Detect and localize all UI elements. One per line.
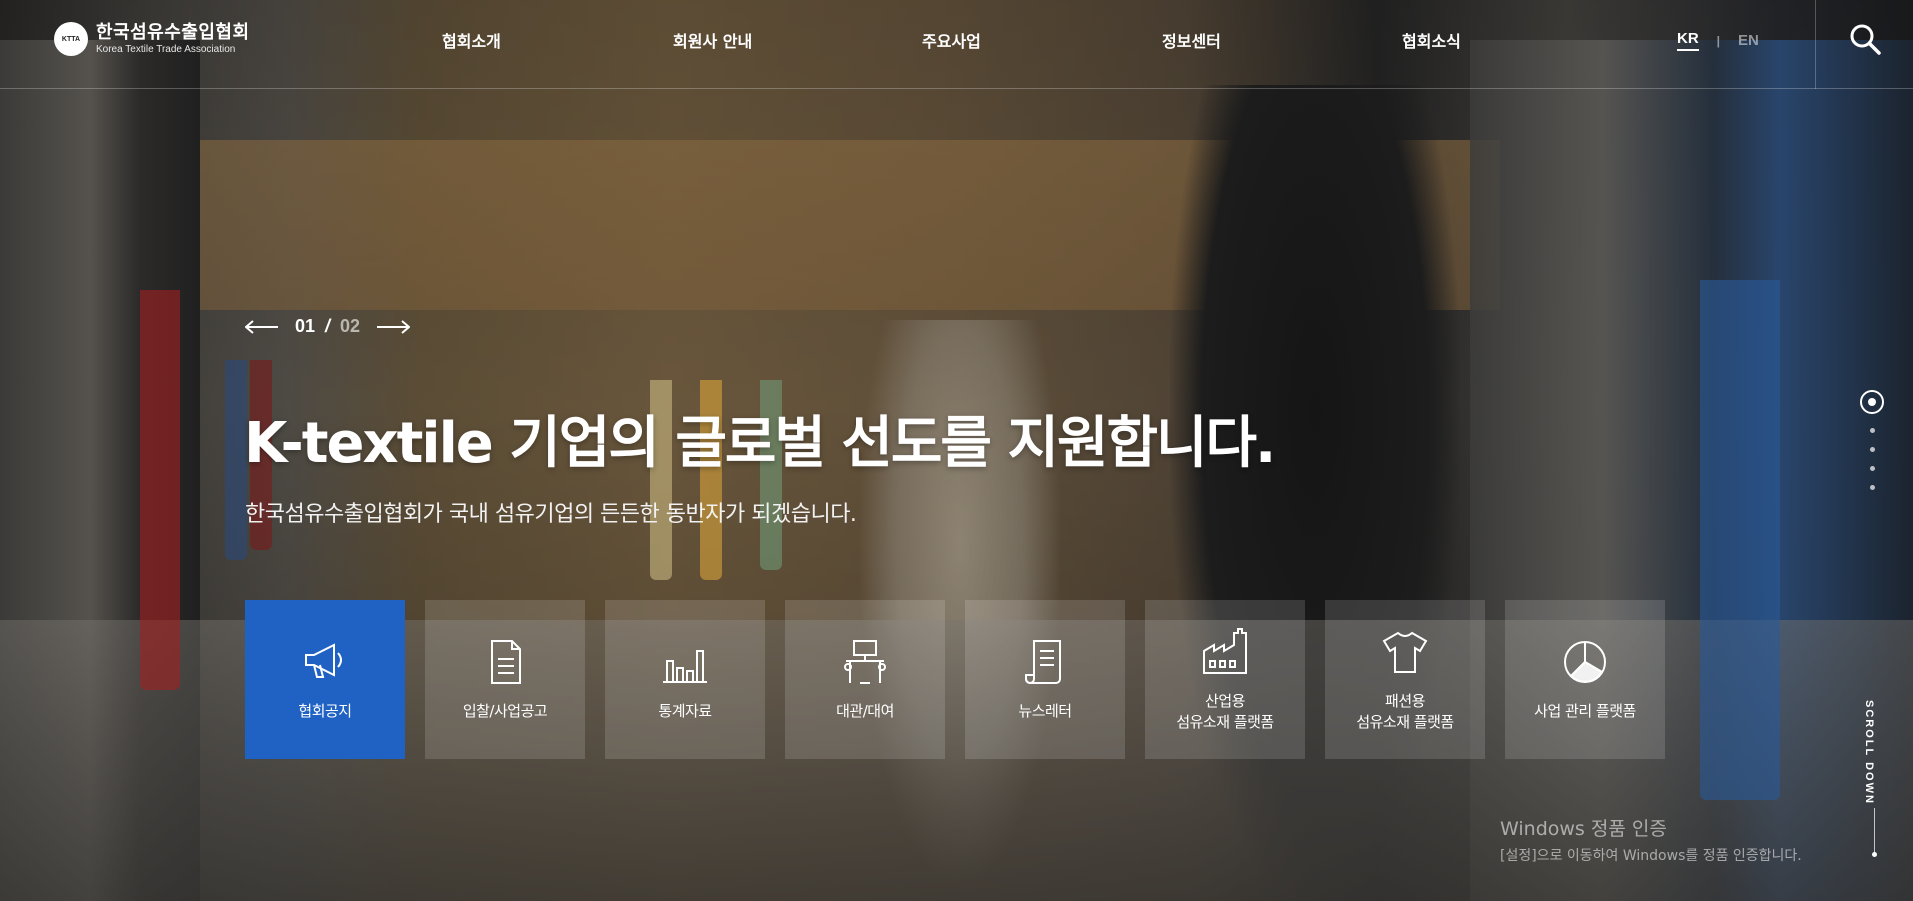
hero-title: K-textile 기업의 글로벌 선도를 지원합니다.: [244, 411, 1276, 476]
section-pager: [1860, 390, 1884, 490]
windows-activation-watermark: Windows 정품 인증 [설정]으로 이동하여 Windows를 정품 인증…: [1500, 814, 1802, 865]
background-fabric: [1700, 280, 1780, 800]
scroll-indicator-dot: [1872, 852, 1877, 857]
quick-menu-label: 산업용 섬유소재 플랫폼: [1176, 692, 1274, 731]
language-switcher: KR | EN: [1677, 30, 1759, 51]
newsletter-icon: [1025, 640, 1061, 685]
watermark-title: Windows 정품 인증: [1500, 818, 1667, 840]
hero-subtitle: 한국섬유수출입협회가 국내 섬유기업의 든든한 동반자가 되겠습니다.: [245, 502, 857, 527]
tshirt-icon: [1382, 632, 1428, 674]
quick-menu-label: 대관/대여: [836, 702, 894, 721]
quick-menu: 협회공지 입찰/사업공고 통계자료 대관/대여 뉴스레터 산업용 섬유소재 플랫…: [245, 600, 1665, 759]
slide-counter: 01 / 02: [295, 316, 360, 337]
pager-dot[interactable]: [1860, 390, 1884, 414]
lang-kr-link[interactable]: KR: [1677, 30, 1699, 51]
quick-menu-label: 사업 관리 플랫폼: [1534, 702, 1636, 721]
slide-controls: 01 / 02: [245, 316, 411, 337]
quick-menu-notice[interactable]: 협회공지: [245, 600, 405, 759]
slide-current: 01: [295, 316, 316, 336]
document-icon: [491, 640, 521, 685]
nav-item-members[interactable]: 회원사 안내: [673, 28, 752, 52]
search-button[interactable]: [1848, 22, 1882, 56]
logo-name-kr: 한국섬유수출입협회: [96, 21, 250, 43]
quick-menu-rental[interactable]: 대관/대여: [785, 600, 945, 759]
nav-item-news[interactable]: 협회소식: [1402, 28, 1461, 52]
quick-menu-statistics[interactable]: 통계자료: [605, 600, 765, 759]
factory-icon: [1203, 628, 1247, 675]
nav-item-info-center[interactable]: 정보센터: [1162, 28, 1221, 52]
nav-item-business[interactable]: 주요사업: [922, 28, 981, 52]
quick-menu-label: 통계자료: [658, 702, 712, 721]
quick-menu-label: 패션용 섬유소재 플랫폼: [1356, 692, 1454, 731]
slide-total: 02: [340, 316, 361, 336]
quick-menu-bids[interactable]: 입찰/사업공고: [425, 600, 585, 759]
quick-menu-label: 협회공지: [298, 702, 352, 721]
header-divider: [1815, 0, 1816, 89]
search-icon: [1850, 24, 1881, 55]
scroll-line: [1874, 808, 1875, 854]
slide-separator: /: [325, 316, 331, 336]
nav-item-about[interactable]: 협회소개: [442, 28, 501, 52]
pager-dot[interactable]: [1869, 428, 1875, 433]
pager-dot[interactable]: [1869, 466, 1875, 471]
quick-menu-label: 뉴스레터: [1018, 702, 1072, 721]
quick-menu-newsletter[interactable]: 뉴스레터: [965, 600, 1125, 759]
podium-icon: [844, 640, 886, 685]
logo-name-en: Korea Textile Trade Association: [96, 43, 236, 55]
quick-menu-label: 입찰/사업공고: [462, 702, 548, 721]
watermark-subtitle: [설정]으로 이동하여 Windows를 정품 인증합니다.: [1500, 848, 1802, 864]
bar-chart-icon: [663, 650, 707, 684]
background-fabric: [140, 290, 180, 690]
pager-dot[interactable]: [1869, 485, 1875, 490]
quick-menu-industrial-platform[interactable]: 산업용 섬유소재 플랫폼: [1145, 600, 1305, 759]
site-logo[interactable]: KTTA 한국섬유수출입협회 Korea Textile Trade Assoc…: [54, 22, 250, 56]
quick-menu-business-platform[interactable]: 사업 관리 플랫폼: [1505, 600, 1665, 759]
lang-separator: |: [1716, 33, 1721, 48]
lang-en-link[interactable]: EN: [1738, 32, 1759, 49]
quick-menu-fashion-platform[interactable]: 패션용 섬유소재 플랫폼: [1325, 600, 1485, 759]
prev-arrow-icon[interactable]: [245, 319, 279, 334]
scroll-down-label[interactable]: SCROLL DOWN: [1863, 700, 1875, 805]
logo-emblem-icon: KTTA: [54, 22, 88, 56]
next-arrow-icon[interactable]: [376, 319, 411, 334]
site-header: KTTA 한국섬유수출입협회 Korea Textile Trade Assoc…: [0, 0, 1913, 89]
main-nav: 협회소개 회원사 안내 주요사업 정보센터 협회소식: [400, 28, 1500, 52]
pie-chart-icon: [1564, 641, 1606, 684]
pager-dot[interactable]: [1869, 447, 1875, 452]
megaphone-icon: [305, 643, 342, 679]
